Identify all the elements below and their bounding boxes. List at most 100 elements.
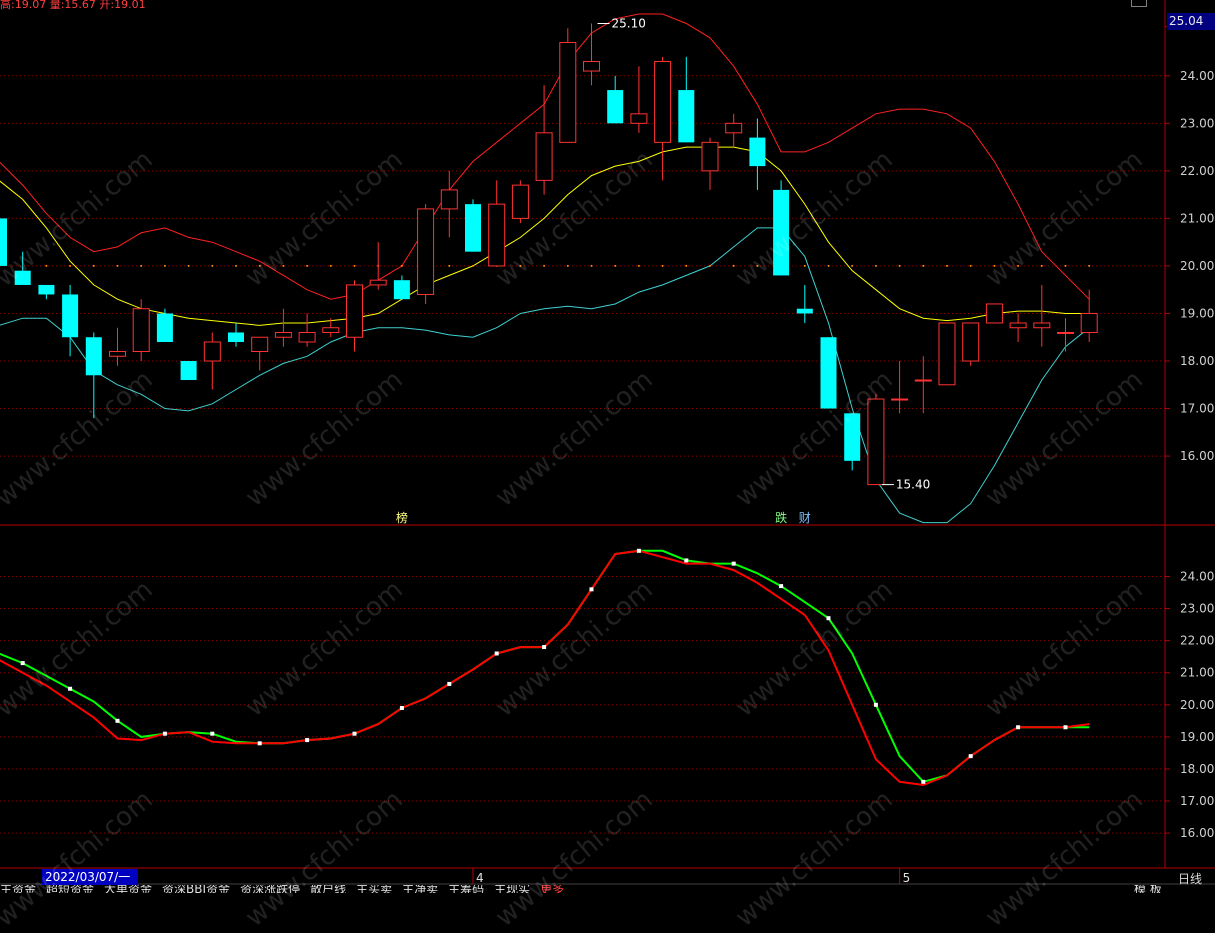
candle-body bbox=[820, 337, 837, 409]
candle-body bbox=[62, 294, 79, 338]
level-dot bbox=[329, 264, 332, 267]
level-dot bbox=[898, 264, 901, 267]
candle-body bbox=[180, 361, 197, 381]
candle-body bbox=[985, 303, 1003, 324]
level-dot bbox=[92, 264, 95, 267]
lower-y-tick-label: 16.00 bbox=[1180, 826, 1214, 840]
indicator-tab[interactable]: 主净卖 bbox=[402, 885, 438, 893]
level-dot bbox=[946, 264, 948, 267]
lower-y-tick-label: 18.00 bbox=[1180, 762, 1214, 776]
signal-marker: 榜 bbox=[396, 510, 408, 525]
lower-point-marker bbox=[779, 584, 784, 589]
candle bbox=[298, 313, 316, 347]
x-tick-label: 4 bbox=[476, 871, 484, 885]
lower-point-marker bbox=[447, 681, 452, 686]
level-dot bbox=[116, 264, 119, 267]
candle-body bbox=[1009, 322, 1027, 329]
main-y-tick-label: 16.00 bbox=[1180, 449, 1214, 463]
level-dot bbox=[993, 264, 996, 267]
level-dot bbox=[827, 264, 830, 267]
candle-body bbox=[85, 337, 102, 376]
main-y-tick-label: 20.00 bbox=[1180, 259, 1214, 273]
lower-point-marker bbox=[210, 731, 215, 736]
candle-body bbox=[369, 279, 387, 286]
candle bbox=[891, 361, 909, 414]
lower-point-marker bbox=[257, 741, 262, 746]
level-dot bbox=[353, 264, 356, 267]
current-price-badge: 25.04 bbox=[1167, 13, 1215, 30]
level-dot bbox=[709, 264, 711, 267]
candle bbox=[488, 180, 506, 267]
lower-point-marker bbox=[494, 651, 499, 656]
candle-body bbox=[393, 280, 410, 300]
lower-point-marker bbox=[826, 616, 831, 621]
indicator-tab[interactable]: 更多 bbox=[540, 885, 564, 893]
main-y-tick-label: 19.00 bbox=[1180, 306, 1214, 320]
main-candlestick-chart[interactable]: 25.10 15.40 榜 跌财 24.00 23.00 22.00 21.00 20.00 1… bbox=[0, 0, 1215, 893]
indicator-tab[interactable]: 主现实 bbox=[494, 885, 530, 893]
candle-body bbox=[796, 308, 813, 314]
lower-y-tick-label: 20.00 bbox=[1180, 698, 1214, 712]
candle-body bbox=[0, 218, 7, 266]
signal-marker: 跌 bbox=[775, 510, 787, 525]
indicator-tab-bar: 主资金 超短资金 大单资金 资深BBI资金 资深涨跌停 散户线 主买卖 主净卖 主筹码 主现实 更多 bbox=[0, 885, 1215, 893]
candle bbox=[132, 299, 150, 362]
indicator-tab[interactable]: 主筹码 bbox=[448, 885, 484, 893]
lower-green-line bbox=[0, 549, 1090, 783]
lower-point-marker bbox=[1063, 725, 1068, 730]
lower-point-marker bbox=[731, 561, 736, 566]
chart-window[interactable]: 高:19.07 量:15.67 开:19.01 25.10 15.40 榜跌财 24… bbox=[0, 0, 1215, 933]
candle bbox=[440, 170, 458, 238]
candle bbox=[559, 28, 577, 143]
candle bbox=[38, 284, 55, 300]
lower-point-marker bbox=[542, 645, 547, 650]
candle-body bbox=[701, 141, 719, 172]
candle-body bbox=[109, 350, 126, 357]
candle bbox=[962, 322, 980, 366]
main-y-tick-label: 24.00 bbox=[1180, 69, 1214, 83]
lower-y-tick-label: 22.00 bbox=[1180, 634, 1214, 648]
candle bbox=[844, 413, 861, 471]
lower-y-tick-label: 19.00 bbox=[1180, 730, 1214, 744]
candle-body bbox=[583, 61, 600, 72]
lower-point-marker bbox=[636, 548, 641, 553]
indicator-tab[interactable]: 超短资金 bbox=[46, 885, 94, 893]
candle bbox=[654, 56, 672, 181]
candle-body bbox=[203, 341, 221, 362]
level-dot bbox=[140, 264, 143, 267]
indicator-tab[interactable]: 资深BBI资金 bbox=[162, 885, 230, 893]
level-dot bbox=[803, 264, 806, 267]
lower-y-tick-label: 23.00 bbox=[1180, 602, 1214, 616]
lower-point-marker bbox=[589, 587, 594, 592]
candle bbox=[820, 337, 837, 409]
indicator-tab[interactable]: 大单资金 bbox=[104, 885, 152, 893]
candle bbox=[1080, 289, 1098, 342]
x-tick-label: 5 bbox=[903, 871, 911, 885]
lower-point-marker bbox=[684, 558, 689, 563]
extreme-value-label: 15.40 bbox=[896, 478, 930, 492]
indicator-tab[interactable]: 主资金 bbox=[0, 885, 36, 893]
candle-body bbox=[559, 42, 577, 143]
candle bbox=[678, 56, 695, 143]
indicator-tab[interactable]: 主买卖 bbox=[356, 885, 392, 893]
candle bbox=[535, 85, 553, 195]
candle bbox=[867, 394, 885, 486]
indicator-tab[interactable]: 资深涨跌停 bbox=[240, 885, 300, 893]
level-dot bbox=[756, 264, 759, 267]
candle bbox=[914, 356, 932, 414]
candle bbox=[725, 113, 743, 148]
candle-body bbox=[535, 132, 553, 181]
candle-body bbox=[891, 398, 909, 401]
candle-body bbox=[654, 61, 672, 143]
candle bbox=[701, 137, 719, 190]
indicator-tab[interactable]: 散户线 bbox=[310, 885, 346, 893]
candle bbox=[346, 280, 363, 352]
candle bbox=[85, 332, 102, 419]
candle bbox=[465, 199, 481, 252]
template-tab[interactable]: 模 板 bbox=[1134, 885, 1162, 893]
level-dot bbox=[543, 264, 546, 267]
level-dot bbox=[306, 264, 309, 267]
level-dot bbox=[45, 264, 48, 267]
lower-y-tick-label: 21.00 bbox=[1180, 666, 1214, 680]
level-dot bbox=[732, 264, 735, 267]
